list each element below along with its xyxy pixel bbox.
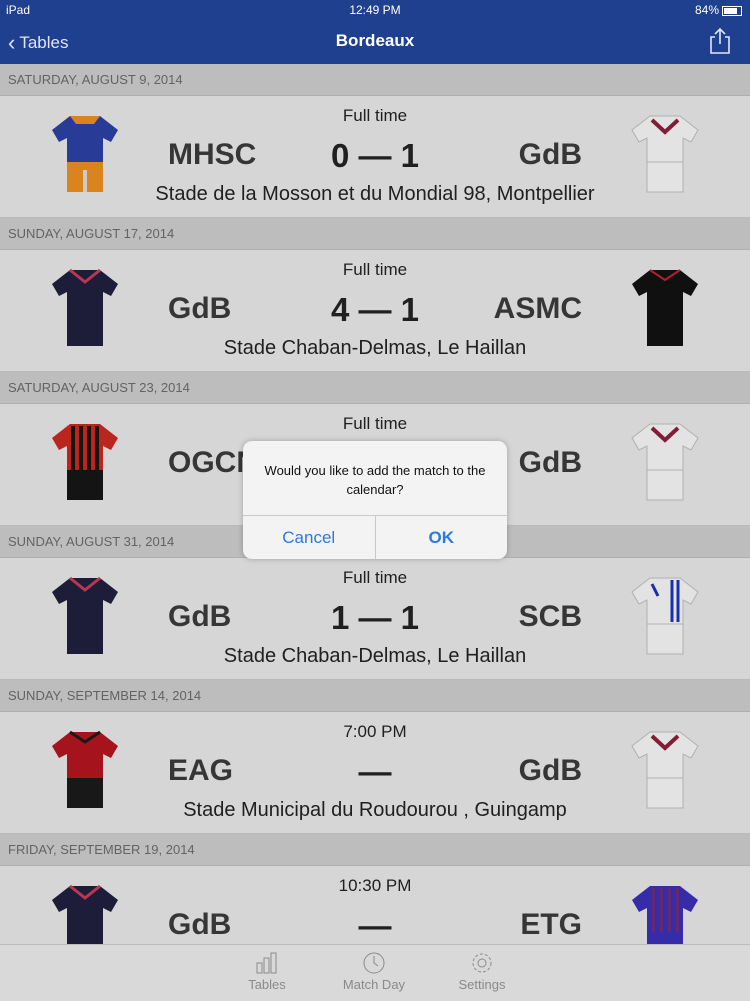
tab-label: Settings bbox=[458, 977, 506, 992]
tab-match-day[interactable]: Match Day bbox=[329, 951, 419, 992]
ok-button[interactable]: OK bbox=[376, 516, 508, 559]
battery-icon bbox=[722, 5, 742, 16]
share-icon[interactable] bbox=[708, 27, 732, 55]
page-title: Bordeaux bbox=[335, 31, 415, 50]
alert-buttons: Cancel OK bbox=[243, 515, 507, 559]
battery-indicator: 84% bbox=[695, 3, 742, 17]
navigation-bar: ‹ Tables Bordeaux bbox=[0, 20, 750, 64]
clock-icon bbox=[363, 952, 385, 974]
tab-settings[interactable]: Settings bbox=[437, 951, 527, 992]
add-to-calendar-alert: Would you like to add the match to the c… bbox=[243, 441, 507, 559]
status-bar: iPad 12:49 PM 84% bbox=[0, 0, 750, 20]
tab-label: Match Day bbox=[342, 977, 406, 992]
alert-message: Would you like to add the match to the c… bbox=[264, 463, 486, 497]
battery-percent: 84% bbox=[694, 3, 719, 17]
tab-label: Tables bbox=[248, 977, 286, 992]
tab-bar: Tables Match Day Settings bbox=[0, 944, 750, 1001]
clock: 12:49 PM bbox=[349, 3, 401, 17]
gear-icon bbox=[472, 953, 492, 973]
bar-chart-icon bbox=[256, 952, 277, 974]
cancel-button[interactable]: Cancel bbox=[243, 516, 376, 559]
tab-tables[interactable]: Tables bbox=[222, 951, 312, 992]
